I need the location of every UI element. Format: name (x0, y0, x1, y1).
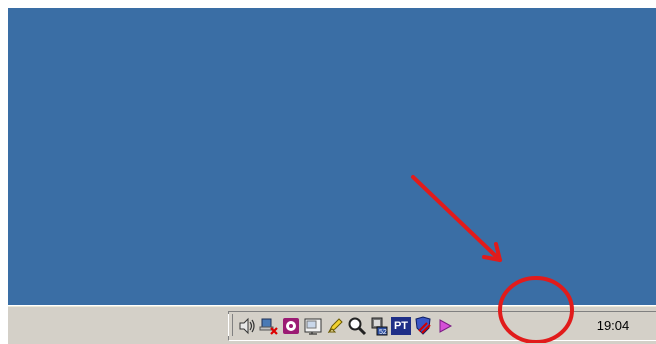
svg-text:52: 52 (379, 329, 387, 336)
taskbar-clock[interactable]: 19:04 (583, 316, 643, 336)
network-disconnected-icon[interactable] (258, 315, 280, 337)
pencil-tool-icon[interactable] (324, 315, 346, 337)
search-magnifier-icon[interactable] (346, 315, 368, 337)
screenshot: 52 PT 19:04 (0, 0, 656, 344)
media-disc-icon[interactable] (280, 315, 302, 337)
media-play-icon[interactable] (434, 315, 456, 337)
tray-grip (228, 314, 233, 336)
display-settings-icon[interactable] (302, 315, 324, 337)
speaker-icon[interactable] (236, 315, 258, 337)
system-monitor-icon[interactable]: 52 (368, 315, 390, 337)
language-bar-icon[interactable]: PT (390, 315, 412, 337)
desktop[interactable] (8, 8, 656, 305)
antivirus-icon[interactable] (412, 315, 434, 337)
language-label: PT (391, 317, 411, 335)
